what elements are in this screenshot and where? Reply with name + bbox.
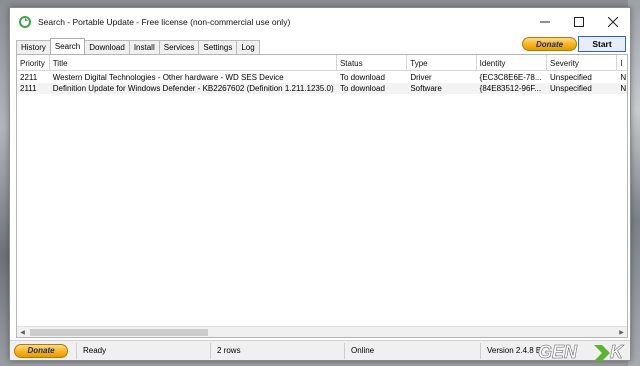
window-title: Search - Portable Update - Free license … xyxy=(38,17,291,27)
cell-priority: 2211 xyxy=(20,73,38,82)
cell-identity: {EC3C8E6E-78... xyxy=(479,73,542,82)
close-icon xyxy=(608,17,618,27)
svg-text:K: K xyxy=(610,342,625,362)
tab-install[interactable]: Install xyxy=(128,40,160,54)
svg-text:GEN: GEN xyxy=(538,342,578,362)
tab-download[interactable]: Download xyxy=(84,40,130,54)
cell-title: Definition Update for Windows Defender -… xyxy=(52,84,334,93)
maximize-button[interactable] xyxy=(562,8,596,36)
tab-services[interactable]: Services xyxy=(158,40,200,54)
maximize-icon xyxy=(574,17,584,27)
cell-type: Driver xyxy=(410,73,432,82)
app-window: Search - Portable Update - Free license … xyxy=(9,7,631,361)
cell-status: To download xyxy=(339,84,385,93)
status-rows: 2 rows xyxy=(210,342,344,359)
start-button[interactable]: Start xyxy=(578,36,626,52)
scrollbar-thumb[interactable] xyxy=(30,329,208,336)
cell-priority: 2111 xyxy=(20,84,37,93)
tab-strip: History Search Download Install Services… xyxy=(16,38,260,54)
genk-logo-icon: GEN K xyxy=(538,342,625,362)
scroll-left-icon[interactable]: ◀ xyxy=(17,327,28,337)
cell-status: To download xyxy=(339,73,385,82)
donate-status-button[interactable]: Donate xyxy=(14,343,68,358)
cell-severity: Unspecified xyxy=(550,73,592,82)
cell-type: Software xyxy=(410,84,442,93)
cell-identity: {84E83512-96F... xyxy=(479,84,542,93)
tab-log[interactable]: Log xyxy=(236,40,260,54)
cell-severity: Unspecified xyxy=(550,84,592,93)
grid-header: Priority Title Status Type Identity Seve… xyxy=(17,55,627,71)
cell-title: Western Digital Technologies - Other har… xyxy=(52,73,284,82)
genk-watermark: GEN K xyxy=(528,340,638,364)
title-bar: Search - Portable Update - Free license … xyxy=(10,8,630,36)
minimize-icon xyxy=(540,21,550,23)
table-row[interactable]: 2111 Definition Update for Windows Defen… xyxy=(17,83,627,94)
status-state: Ready xyxy=(76,342,210,359)
donate-button[interactable]: Donate xyxy=(522,37,577,51)
minimize-button[interactable] xyxy=(528,8,562,36)
column-header-status[interactable]: Status xyxy=(337,55,408,71)
table-row[interactable]: 2211 Western Digital Technologies - Othe… xyxy=(17,72,627,83)
status-connection: Online xyxy=(344,342,480,359)
scroll-right-icon[interactable]: ▶ xyxy=(616,327,627,337)
grid-body: 2211 Western Digital Technologies - Othe… xyxy=(17,72,627,94)
column-header-severity[interactable]: Severity xyxy=(547,55,618,71)
column-header-extra[interactable]: I xyxy=(617,55,627,71)
close-button[interactable] xyxy=(596,8,630,36)
portable-update-icon xyxy=(18,15,32,29)
tab-history[interactable]: History xyxy=(16,40,51,54)
updates-grid[interactable]: Priority Title Status Type Identity Seve… xyxy=(16,54,628,338)
column-header-type[interactable]: Type xyxy=(407,55,477,71)
column-header-title[interactable]: Title xyxy=(50,55,337,71)
column-header-identity[interactable]: Identity xyxy=(477,55,547,71)
cell-extra: N xyxy=(620,73,627,82)
tab-settings[interactable]: Settings xyxy=(198,40,238,54)
cell-extra: N xyxy=(620,84,627,93)
horizontal-scrollbar[interactable]: ◀ ▶ xyxy=(17,326,627,337)
column-header-priority[interactable]: Priority xyxy=(17,55,50,71)
window-controls xyxy=(528,8,630,36)
tab-search[interactable]: Search xyxy=(49,38,86,54)
